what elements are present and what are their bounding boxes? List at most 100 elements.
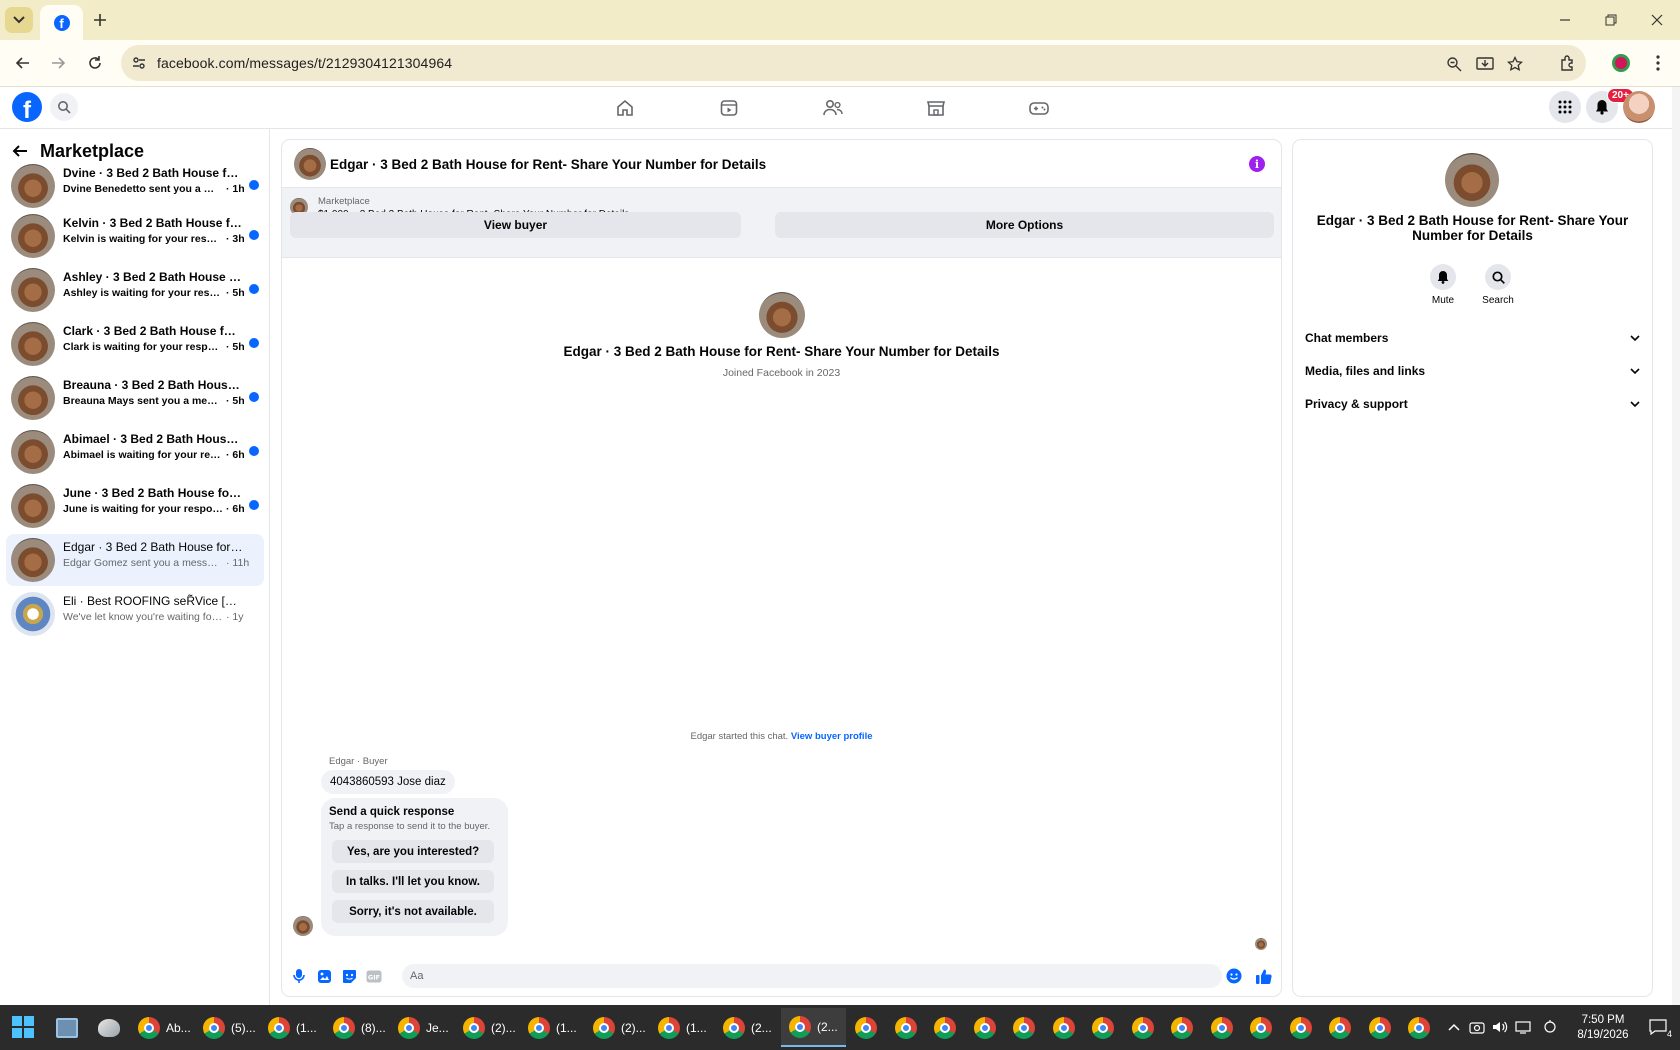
profile-button[interactable] [1609, 51, 1633, 75]
nav-marketplace[interactable] [923, 95, 949, 121]
section-media-files-links[interactable]: Media, files and links [1305, 356, 1640, 386]
view-buyer-button[interactable]: View buyer [290, 212, 741, 238]
taskbar-chrome-window[interactable]: (8)... [333, 1008, 386, 1047]
conversation-item[interactable]: Clark · 3 Bed 2 Bath House for Rent- Sha… [6, 318, 264, 370]
nav-friends[interactable] [820, 95, 846, 121]
tray-camera[interactable] [1467, 1017, 1487, 1037]
reload-button[interactable] [83, 51, 107, 75]
section-chat-members[interactable]: Chat members [1305, 323, 1640, 353]
more-options-button[interactable]: More Options [775, 212, 1274, 238]
taskbar-chrome-icon[interactable] [1092, 1008, 1114, 1047]
tray-overflow-button[interactable] [1444, 1017, 1464, 1037]
gif-button[interactable]: GIF [365, 967, 383, 985]
emoji-button[interactable] [1225, 967, 1243, 985]
info-icon[interactable]: i [1249, 156, 1265, 172]
view-buyer-profile-link[interactable]: View buyer profile [791, 731, 873, 742]
notification-center-button[interactable]: 4 [1644, 1017, 1672, 1039]
tray-sync[interactable] [1540, 1017, 1560, 1037]
taskbar-chrome-icon[interactable] [1369, 1008, 1391, 1047]
taskbar-chrome-window[interactable]: Je... [398, 1008, 449, 1047]
chrome-icon [333, 1016, 355, 1039]
voice-clip-button[interactable] [290, 967, 308, 985]
conversation-item[interactable]: Eli · Best ROOFING seR̃Vice [$ERV̈ICE] W… [6, 588, 264, 640]
taskbar-chrome-window[interactable]: (2)... [593, 1008, 646, 1047]
sticker-button[interactable] [340, 967, 358, 985]
taskbar-chrome-icon[interactable] [1013, 1008, 1035, 1047]
close-window-button[interactable] [1645, 8, 1669, 32]
taskbar-chrome-window[interactable]: (1... [528, 1008, 577, 1047]
windows-start-icon[interactable] [12, 1016, 34, 1038]
taskbar-chrome-icon[interactable] [855, 1008, 877, 1047]
kebab-menu-icon [1656, 55, 1660, 71]
taskbar-chrome-icon[interactable] [1290, 1008, 1312, 1047]
conversation-item-active[interactable]: Edgar · 3 Bed 2 Bath House for Rent- Sha… [6, 534, 264, 586]
quick-reply-button[interactable]: Sorry, it's not available. [332, 900, 494, 923]
section-privacy-support[interactable]: Privacy & support [1305, 389, 1640, 419]
attach-media-button[interactable] [315, 967, 333, 985]
nav-video[interactable] [716, 95, 742, 121]
taskbar-chrome-window[interactable]: Ab... [138, 1008, 191, 1047]
page-scrollbar[interactable] [1672, 87, 1680, 1005]
like-button[interactable] [1254, 967, 1272, 985]
conversation-item[interactable]: Breauna · 3 Bed 2 Bath House for Rent- S… [6, 372, 264, 424]
minimize-button[interactable] [1553, 8, 1577, 32]
new-tab-button[interactable] [89, 9, 111, 31]
zoom-icon[interactable] [1443, 53, 1465, 75]
taskbar-chrome-window[interactable]: (1... [268, 1008, 317, 1047]
taskbar-chrome-icon[interactable] [1171, 1008, 1193, 1047]
nav-home[interactable] [612, 95, 638, 121]
active-tab[interactable]: f [40, 5, 83, 40]
mute-action[interactable]: Mute [1418, 264, 1468, 306]
back-arrow-icon[interactable] [12, 143, 28, 159]
message-bubble[interactable]: 4043860593 Jose diaz [321, 770, 455, 794]
account-avatar[interactable] [1623, 91, 1655, 123]
conversation-item[interactable]: Ashley · 3 Bed 2 Bath House for Rent- Sh… [6, 264, 264, 316]
chat-panel: Edgar · 3 Bed 2 Bath House for Rent- Sha… [282, 140, 1281, 996]
extensions-button[interactable] [1556, 51, 1580, 75]
facebook-logo-icon[interactable]: f [12, 92, 42, 124]
taskbar-app-explorer[interactable] [56, 1008, 82, 1047]
facebook-search-button[interactable] [50, 93, 78, 121]
browser-menu-button[interactable] [1646, 51, 1670, 75]
quick-reply-button[interactable]: Yes, are you interested? [332, 840, 494, 863]
chat-title[interactable]: Edgar · 3 Bed 2 Bath House for Rent- Sha… [330, 157, 766, 172]
taskbar-chrome-window-active[interactable]: (2... [781, 1008, 846, 1047]
taskbar-chrome-icon[interactable] [1329, 1008, 1351, 1047]
taskbar-chrome-icon[interactable] [895, 1008, 917, 1047]
site-info-icon[interactable] [129, 53, 149, 73]
taskbar-chrome-icon[interactable] [934, 1008, 956, 1047]
conversation-item[interactable]: June · 3 Bed 2 Bath House for Rent- Shar… [6, 480, 264, 532]
quick-reply-button[interactable]: In talks. I'll let you know. [332, 870, 494, 893]
system-clock[interactable]: 7:50 PM 8/19/2026 [1568, 1013, 1638, 1043]
chat-header-avatar[interactable] [294, 148, 326, 180]
taskbar-chrome-window[interactable]: (2)... [463, 1008, 516, 1047]
taskbar-app-pinned[interactable] [98, 1008, 124, 1047]
taskbar-chrome-window[interactable]: (2... [723, 1008, 772, 1047]
tray-network[interactable] [1513, 1017, 1533, 1037]
back-button[interactable] [11, 51, 35, 75]
details-avatar[interactable] [1445, 153, 1499, 207]
address-bar[interactable]: facebook.com/messages/t/2129304121304964 [121, 45, 1586, 81]
conversation-item[interactable]: Dvine · 3 Bed 2 Bath House for Rent- Sha… [6, 160, 264, 212]
taskbar-chrome-icon[interactable] [1132, 1008, 1154, 1047]
taskbar-chrome-window[interactable]: (1... [658, 1008, 707, 1047]
nav-gaming[interactable] [1026, 95, 1052, 121]
taskbar-chrome-icon[interactable] [1211, 1008, 1233, 1047]
taskbar-chrome-icon[interactable] [1408, 1008, 1430, 1047]
taskbar-chrome-window[interactable]: (5)... [203, 1008, 256, 1047]
conversation-item[interactable]: Abimael · 3 Bed 2 Bath House for Rent- S… [6, 426, 264, 478]
tray-volume[interactable] [1490, 1017, 1510, 1037]
taskbar-chrome-icon[interactable] [974, 1008, 996, 1047]
tab-search-button[interactable] [5, 7, 33, 33]
taskbar-chrome-icon[interactable] [1053, 1008, 1075, 1047]
search-action[interactable]: Search [1473, 264, 1523, 306]
forward-button[interactable] [46, 51, 70, 75]
menu-grid-button[interactable] [1549, 91, 1581, 123]
conversation-item[interactable]: Kelvin · 3 Bed 2 Bath House for Rent- Sh… [6, 210, 264, 262]
install-app-icon[interactable] [1474, 53, 1496, 75]
restore-button[interactable] [1599, 8, 1623, 32]
bookmark-star-icon[interactable] [1504, 53, 1526, 75]
message-input[interactable] [402, 964, 1222, 988]
taskbar-chrome-icon[interactable] [1250, 1008, 1272, 1047]
intro-avatar[interactable] [759, 292, 805, 338]
